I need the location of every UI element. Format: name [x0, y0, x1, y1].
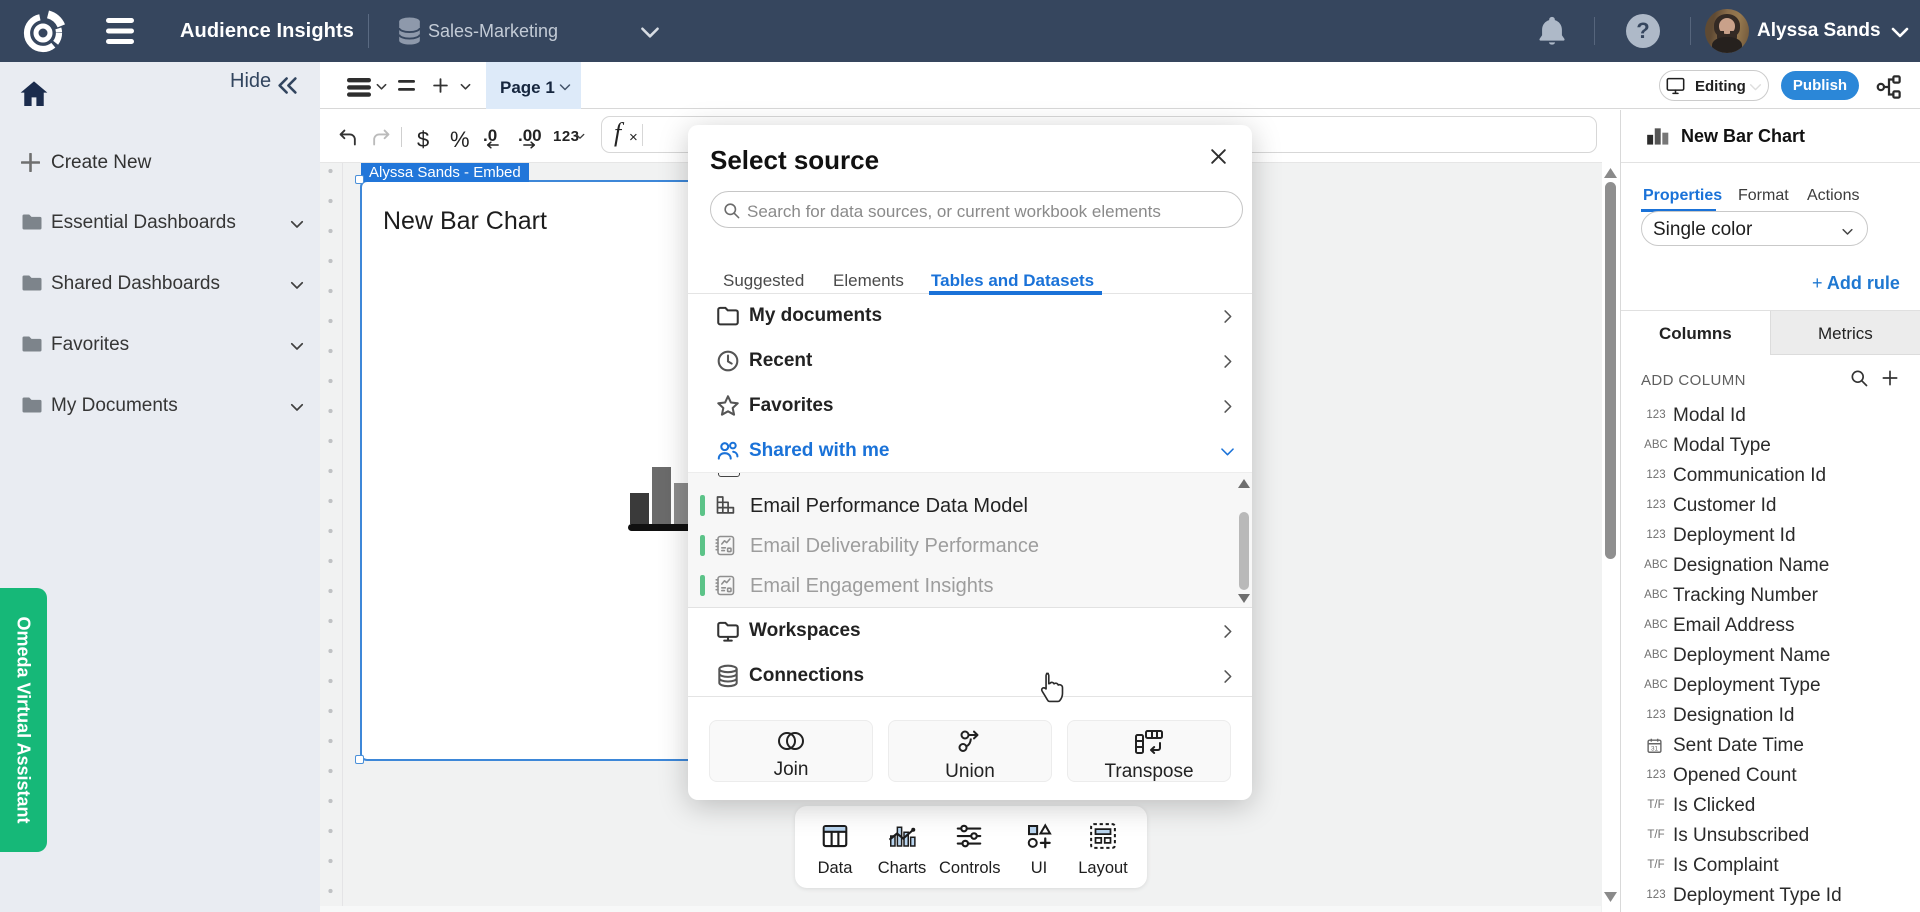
svg-text:31: 31 [1651, 745, 1659, 752]
